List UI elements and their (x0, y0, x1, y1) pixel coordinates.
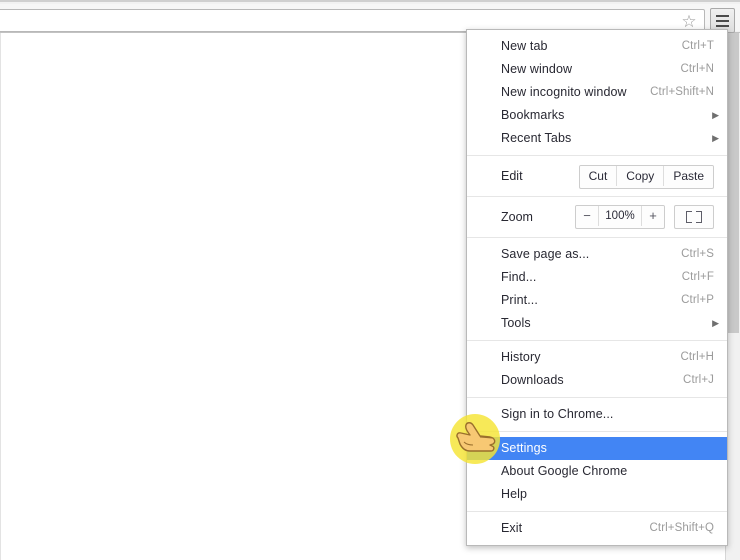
menu-item-shortcut: Ctrl+S (681, 248, 714, 260)
menu-item-label: Print... (501, 293, 538, 307)
menu-item-print[interactable]: Print... Ctrl+P (467, 289, 727, 312)
menu-group-signin: Sign in to Chrome... (467, 403, 727, 426)
menu-item-label: New incognito window (501, 85, 627, 99)
menu-separator (467, 397, 727, 398)
menu-item-label: Save page as... (501, 247, 590, 261)
menu-item-label: History (501, 350, 541, 364)
chevron-right-icon: ▶ (712, 133, 719, 143)
menu-separator (467, 155, 727, 156)
pointing-hand-cursor (456, 422, 496, 452)
menu-item-shortcut: Ctrl+T (681, 40, 714, 52)
menu-item-tools[interactable]: Tools ▶ (467, 312, 727, 335)
menu-item-label: New window (501, 62, 573, 76)
menu-item-exit[interactable]: Exit Ctrl+Shift+Q (467, 517, 727, 540)
menu-group-history: History Ctrl+H Downloads Ctrl+J (467, 346, 727, 392)
fullscreen-corner (686, 217, 692, 223)
menu-item-label: About Google Chrome (501, 464, 628, 478)
hamburger-bar (716, 19, 729, 22)
menu-item-settings[interactable]: Settings (467, 437, 727, 460)
menu-item-bookmarks[interactable]: Bookmarks ▶ (467, 104, 727, 127)
menu-item-recent-tabs[interactable]: Recent Tabs ▶ (467, 127, 727, 150)
menu-item-shortcut: Ctrl+Shift+Q (649, 522, 714, 534)
menu-item-label: Find... (501, 270, 537, 284)
menu-separator (467, 511, 727, 512)
menu-item-shortcut: Ctrl+P (681, 294, 714, 306)
zoom-row-label: Zoom (501, 210, 533, 224)
zoom-controls: − 100% + (575, 205, 714, 229)
edit-row-label: Edit (501, 169, 523, 183)
toolbar-inner: ☆ (0, 4, 740, 33)
menu-row-edit: Edit Cut Copy Paste (467, 161, 727, 191)
zoom-out-button[interactable]: − (576, 206, 599, 226)
menu-separator (467, 340, 727, 341)
menu-item-label: Downloads (501, 373, 564, 387)
menu-separator (467, 431, 727, 432)
menu-item-shortcut: Ctrl+J (683, 374, 714, 386)
menu-item-find[interactable]: Find... Ctrl+F (467, 266, 727, 289)
menu-item-shortcut: Ctrl+Shift+N (650, 86, 714, 98)
menu-group-exit: Exit Ctrl+Shift+Q (467, 517, 727, 540)
menu-item-shortcut: Ctrl+F (681, 271, 714, 283)
menu-item-new-window[interactable]: New window Ctrl+N (467, 58, 727, 81)
zoom-level-value: 100% (599, 206, 642, 226)
menu-item-help[interactable]: Help (467, 483, 727, 506)
menu-item-shortcut: Ctrl+H (680, 351, 714, 363)
menu-item-sign-in-to-chrome[interactable]: Sign in to Chrome... (467, 403, 727, 426)
menu-item-downloads[interactable]: Downloads Ctrl+J (467, 369, 727, 392)
menu-item-label: Tools (501, 316, 531, 330)
menu-group-settings: Settings About Google Chrome Help (467, 437, 727, 506)
menu-item-label: Sign in to Chrome... (501, 407, 614, 421)
menu-item-label: Bookmarks (501, 108, 565, 122)
menu-item-label: Settings (501, 441, 547, 455)
paste-button[interactable]: Paste (664, 166, 713, 186)
menu-item-save-page-as[interactable]: Save page as... Ctrl+S (467, 243, 727, 266)
cut-button[interactable]: Cut (579, 166, 618, 186)
menu-row-zoom: Zoom − 100% + (467, 202, 727, 232)
menu-item-label: Exit (501, 521, 523, 535)
menu-item-history[interactable]: History Ctrl+H (467, 346, 727, 369)
menu-group-page: Save page as... Ctrl+S Find... Ctrl+F Pr… (467, 243, 727, 335)
edit-button-group: Cut Copy Paste (578, 165, 714, 189)
chevron-right-icon: ▶ (712, 110, 719, 120)
menu-separator (467, 196, 727, 197)
menu-item-label: Recent Tabs (501, 131, 572, 145)
copy-button[interactable]: Copy (617, 166, 665, 186)
menu-item-about-google-chrome[interactable]: About Google Chrome (467, 460, 727, 483)
menu-item-new-tab[interactable]: New tab Ctrl+T (467, 35, 727, 58)
chevron-right-icon: ▶ (712, 318, 719, 328)
hamburger-bar (716, 14, 729, 17)
menu-item-label: New tab (501, 39, 548, 53)
page-scrollbar-thumb[interactable] (728, 33, 739, 333)
chrome-main-menu: New tab Ctrl+T New window Ctrl+N New inc… (466, 29, 728, 546)
menu-item-shortcut: Ctrl+N (680, 63, 714, 75)
menu-item-label: Help (501, 487, 528, 501)
zoom-in-button[interactable]: + (642, 206, 664, 226)
fullscreen-icon[interactable] (674, 205, 714, 229)
fullscreen-corner (696, 217, 702, 223)
menu-separator (467, 237, 727, 238)
menu-item-new-incognito-window[interactable]: New incognito window Ctrl+Shift+N (467, 81, 727, 104)
menu-group-new: New tab Ctrl+T New window Ctrl+N New inc… (467, 35, 727, 150)
zoom-stepper: − 100% + (575, 205, 665, 229)
hamburger-bar (716, 24, 729, 27)
browser-window: ☆ New tab Ctrl+T New window Ctrl+N New i… (0, 0, 740, 560)
